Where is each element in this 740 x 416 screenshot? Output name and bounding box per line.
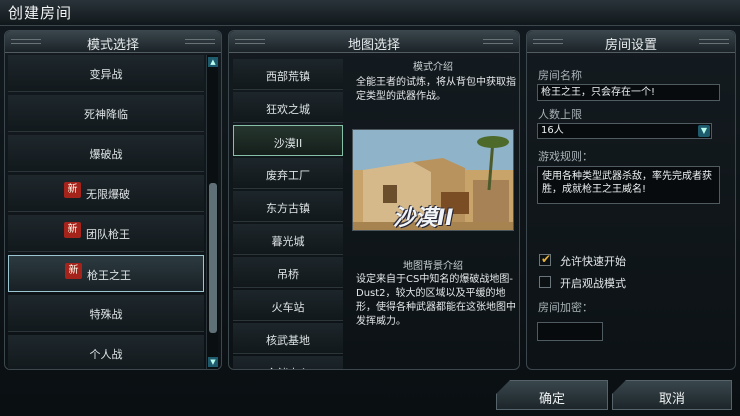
map-bg-title: 地图背景介绍 — [403, 261, 463, 272]
mode-item-label: 特殊战 — [89, 308, 123, 321]
mode-item[interactable]: 新枪王之王 — [8, 255, 204, 292]
dropdown-arrow-icon[interactable]: ▼ — [698, 125, 710, 137]
cancel-button[interactable]: 取消 — [612, 380, 732, 410]
map-bg-text: 设定来自于CS中知名的爆破战地图-Dust2，较大的区域以及平缓的地形，使得各种… — [356, 274, 516, 327]
map-preview-caption: 沙漠II — [393, 206, 454, 231]
new-badge: 新 — [65, 263, 82, 279]
mode-item-label: 变异战 — [89, 68, 123, 81]
quick-start-label: 允许快速开始 — [560, 255, 626, 268]
mode-item[interactable]: 爆破战 — [8, 135, 204, 172]
max-players-label: 人数上限 — [538, 108, 582, 121]
map-item-label: 东方古镇 — [266, 202, 310, 215]
mode-item-label: 团队枪王 — [86, 228, 130, 241]
map-preview-image: 沙漠II — [352, 129, 514, 231]
map-item-label: 仓储中心 — [233, 365, 343, 369]
mode-item[interactable]: 个人战 — [8, 335, 204, 369]
header-deco-right — [483, 39, 513, 44]
map-item[interactable]: 废弃工厂 — [233, 158, 343, 189]
quick-start-checkbox[interactable] — [539, 252, 551, 266]
room-name-label: 房间名称 — [538, 69, 582, 82]
mode-item-label: 无限爆破 — [86, 188, 130, 201]
mode-item[interactable]: 新团队枪王 — [8, 215, 204, 252]
map-item-label: 暮光城 — [271, 235, 305, 248]
map-panel-title: 地图选择 — [347, 38, 400, 53]
mode-list: 变异战 死神降临 爆破战新无限爆破新团队枪王新枪王之王 特殊战 个人战 — [8, 55, 204, 369]
map-item-label: 西部荒镇 — [266, 70, 310, 83]
room-password-input[interactable] — [537, 322, 603, 341]
header-deco-right — [699, 39, 729, 44]
window-title: 创建房间 — [8, 4, 73, 22]
create-room-dialog: 创建房间 模式选择 变异战 死神降临 爆破战新无限爆破新团队枪王新枪王之王 特殊战 个人… — [0, 0, 740, 416]
mode-item[interactable]: 新无限爆破 — [8, 175, 204, 212]
max-players-select[interactable]: 16人 ▼ — [537, 123, 712, 139]
map-item-label: 沙漠II — [273, 137, 303, 150]
mode-intro-text: 全能王者的试炼，将从背包中获取指定类型的武器作战。 — [356, 77, 516, 102]
map-item[interactable]: 暮光城 — [233, 224, 343, 255]
cancel-button-label: 取消 — [658, 392, 685, 407]
max-players-value: 16人 — [541, 125, 564, 136]
mode-item[interactable]: 特殊战 — [8, 295, 204, 332]
mode-item-label: 个人战 — [89, 348, 123, 361]
mode-select-panel: 模式选择 变异战 死神降临 爆破战新无限爆破新团队枪王新枪王之王 特殊战 个人战 ▲ ▼ — [4, 30, 222, 370]
map-item[interactable]: 火车站 — [233, 290, 343, 321]
mode-item[interactable]: 死神降临 — [8, 95, 204, 132]
map-item[interactable]: 核武基地 — [233, 323, 343, 354]
room-password-label: 房间加密： — [538, 301, 593, 314]
mode-item-label: 死神降临 — [84, 108, 128, 121]
mode-intro-title: 模式介绍 — [413, 62, 453, 73]
map-item-label: 吊桥 — [277, 268, 299, 281]
map-item[interactable]: 东方古镇 — [233, 191, 343, 222]
ok-button-label: 确定 — [538, 392, 565, 407]
map-item-label: 废弃工厂 — [266, 169, 310, 182]
mode-item-label: 枪王之王 — [87, 269, 131, 282]
new-badge: 新 — [64, 182, 81, 198]
map-item[interactable]: 狂欢之城 — [233, 92, 343, 123]
ok-button[interactable]: 确定 — [496, 380, 608, 410]
game-rules-box: 使用各种类型武器杀敌，率先完成者获胜，成就枪王之王威名! — [537, 166, 720, 204]
map-panel-header: 地图选择 — [229, 31, 519, 53]
title-bar: 创建房间 — [0, 0, 740, 26]
map-item-label: 核武基地 — [266, 334, 310, 347]
map-item[interactable]: 西部荒镇 — [233, 59, 343, 90]
spectator-checkbox[interactable] — [539, 276, 551, 288]
settings-panel-header: 房间设置 — [527, 31, 735, 53]
scroll-thumb[interactable] — [209, 183, 217, 333]
map-item[interactable]: 吊桥 — [233, 257, 343, 288]
map-item[interactable]: 仓储中心 — [233, 356, 343, 369]
mode-item-label: 爆破战 — [89, 148, 123, 161]
scroll-up-arrow-icon[interactable]: ▲ — [208, 57, 218, 67]
map-item-label: 狂欢之城 — [266, 103, 310, 116]
map-list: 西部荒镇狂欢之城沙漠II 废弃工厂东方古镇暮光城吊桥火车站核武基地仓储中心 — [229, 59, 347, 369]
mode-scrollbar[interactable]: ▲ ▼ — [206, 55, 218, 369]
new-badge: 新 — [64, 222, 81, 238]
spectator-label: 开启观战模式 — [560, 277, 626, 290]
map-item-label: 火车站 — [271, 301, 305, 314]
mode-panel-header: 模式选择 — [5, 31, 221, 53]
mode-item[interactable]: 变异战 — [8, 55, 204, 92]
scroll-down-arrow-icon[interactable]: ▼ — [208, 357, 218, 367]
header-deco-right — [185, 39, 215, 44]
map-item[interactable]: 沙漠II — [233, 125, 343, 156]
room-name-input[interactable]: 枪王之王，只会存在一个! — [537, 84, 720, 101]
game-rules-label: 游戏规则： — [538, 150, 593, 163]
